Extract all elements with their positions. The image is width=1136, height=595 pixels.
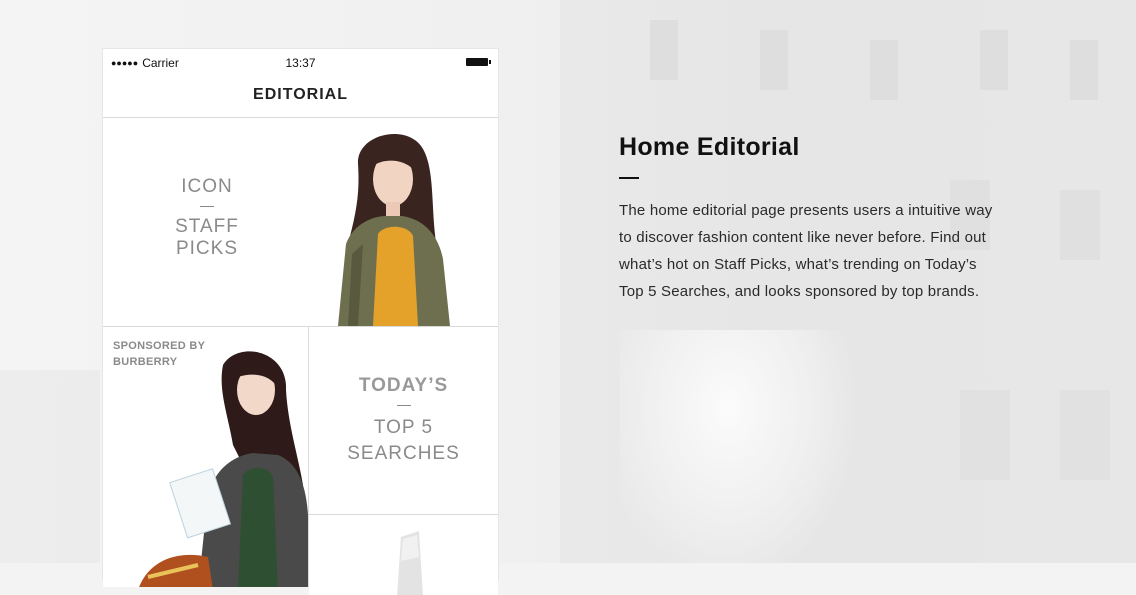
product-photo [397, 531, 423, 595]
phone-mockup: ●●●●● Carrier 13:37 EDITORIAL ICON STAFF… [103, 49, 498, 595]
title-divider [396, 405, 411, 406]
sponsored-card[interactable]: SPONSORED BY BURBERRY [103, 327, 309, 587]
top5-title: TODAY’S TOP 5 SEARCHES [309, 375, 498, 467]
staff-picks-title: ICON STAFF PICKS [143, 176, 271, 260]
feature-body: The home editorial page presents users a… [619, 202, 993, 300]
title-divider [200, 206, 214, 207]
nav-title: EDITORIAL [103, 77, 498, 118]
model-photo [338, 133, 450, 326]
top5-line1: TODAY’S [358, 375, 449, 396]
battery-icon [466, 58, 491, 66]
top5-line2: TOP 5 [373, 417, 434, 438]
next-card[interactable] [309, 515, 498, 595]
feature-heading: Home Editorial [619, 133, 800, 161]
staff-picks-line2: STAFF PICKS [175, 216, 239, 259]
model-photo [139, 351, 308, 587]
top5-line3: SEARCHES [347, 443, 460, 464]
status-time: 13:37 [285, 56, 316, 70]
heading-rule [619, 177, 639, 179]
top5-searches-card[interactable]: TODAY’S TOP 5 SEARCHES [309, 327, 498, 515]
feature-description: Home Editorial The home editorial page p… [619, 133, 1019, 305]
staff-picks-line1: ICON [181, 176, 233, 197]
status-bar: ●●●●● Carrier 13:37 [103, 49, 498, 77]
staff-picks-card[interactable]: ICON STAFF PICKS [103, 118, 498, 327]
